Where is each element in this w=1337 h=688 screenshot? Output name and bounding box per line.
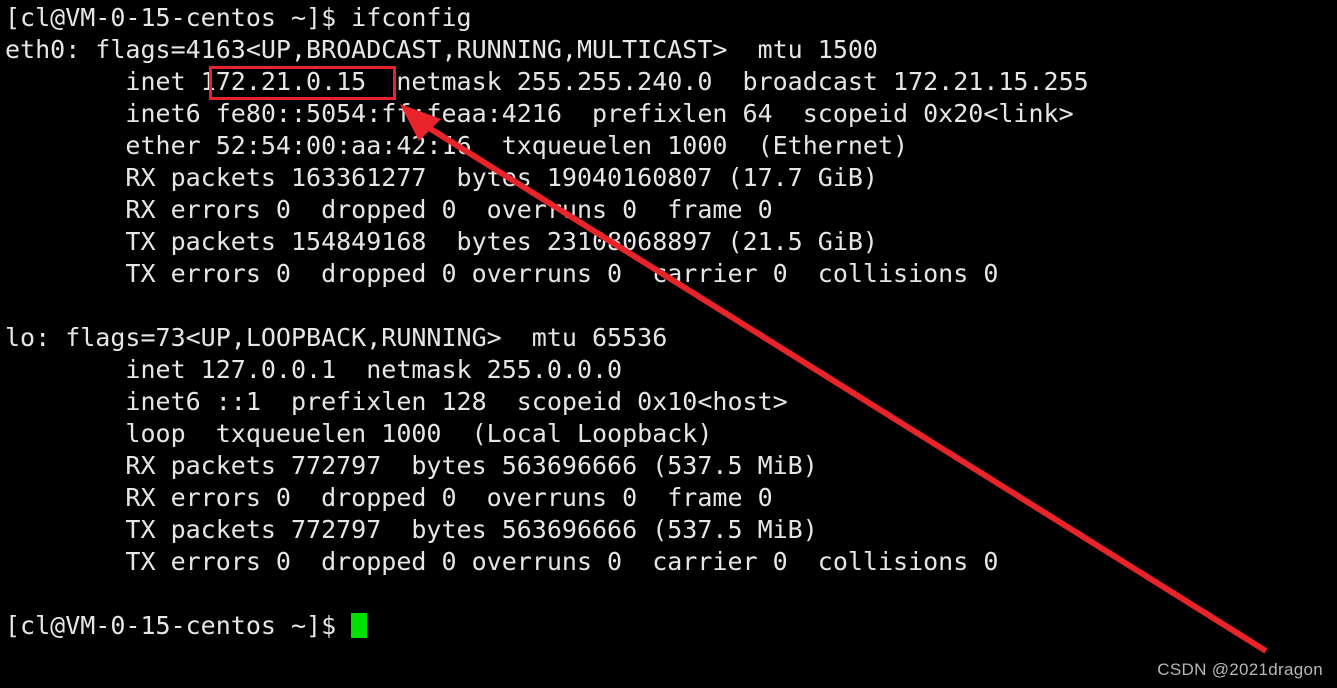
terminal-line-command: [cl@VM-0-15-centos ~]$ ifconfig <box>5 3 472 32</box>
terminal-line-blank-1 <box>5 290 1335 322</box>
csdn-watermark: CSDN @2021dragon <box>1157 660 1323 679</box>
terminal-line-lo-flags: lo: flags=73<UP,LOOPBACK,RUNNING> mtu 65… <box>5 323 668 352</box>
terminal-line-eth0-inet: inet 172.21.0.15 netmask 255.255.240.0 b… <box>5 67 1089 96</box>
terminal-window[interactable]: [cl@VM-0-15-centos ~]$ ifconfig eth0: fl… <box>0 0 1337 688</box>
terminal-line-lo-loop: loop txqueuelen 1000 (Local Loopback) <box>5 419 713 448</box>
terminal-line-eth0-flags: eth0: flags=4163<UP,BROADCAST,RUNNING,MU… <box>5 35 878 64</box>
terminal-line-eth0-tx-packets: TX packets 154849168 bytes 23108068897 (… <box>5 227 878 256</box>
terminal-output: [cl@VM-0-15-centos ~]$ ifconfig eth0: fl… <box>5 2 1335 642</box>
terminal-line-lo-tx-packets: TX packets 772797 bytes 563696666 (537.5… <box>5 515 818 544</box>
terminal-prompt-line[interactable]: [cl@VM-0-15-centos ~]$ <box>5 610 1335 642</box>
terminal-line-eth0-rx-packets: RX packets 163361277 bytes 19040160807 (… <box>5 163 878 192</box>
terminal-line-lo-rx-packets: RX packets 772797 bytes 563696666 (537.5… <box>5 451 818 480</box>
terminal-line-blank-2 <box>5 578 1335 610</box>
terminal-line-lo-inet6: inet6 ::1 prefixlen 128 scopeid 0x10<hos… <box>5 387 788 416</box>
terminal-line-eth0-tx-errors: TX errors 0 dropped 0 overruns 0 carrier… <box>5 259 999 288</box>
terminal-line-eth0-rx-errors: RX errors 0 dropped 0 overruns 0 frame 0 <box>5 195 773 224</box>
text-cursor <box>351 613 368 638</box>
terminal-line-eth0-inet6: inet6 fe80::5054:ff:feaa:4216 prefixlen … <box>5 99 1074 128</box>
terminal-line-lo-inet: inet 127.0.0.1 netmask 255.0.0.0 <box>5 355 623 384</box>
terminal-line-lo-rx-errors: RX errors 0 dropped 0 overruns 0 frame 0 <box>5 483 773 512</box>
terminal-line-lo-tx-errors: TX errors 0 dropped 0 overruns 0 carrier… <box>5 547 999 576</box>
terminal-line-eth0-ether: ether 52:54:00:aa:42:16 txqueuelen 1000 … <box>5 131 909 160</box>
shell-prompt: [cl@VM-0-15-centos ~]$ <box>5 611 352 640</box>
